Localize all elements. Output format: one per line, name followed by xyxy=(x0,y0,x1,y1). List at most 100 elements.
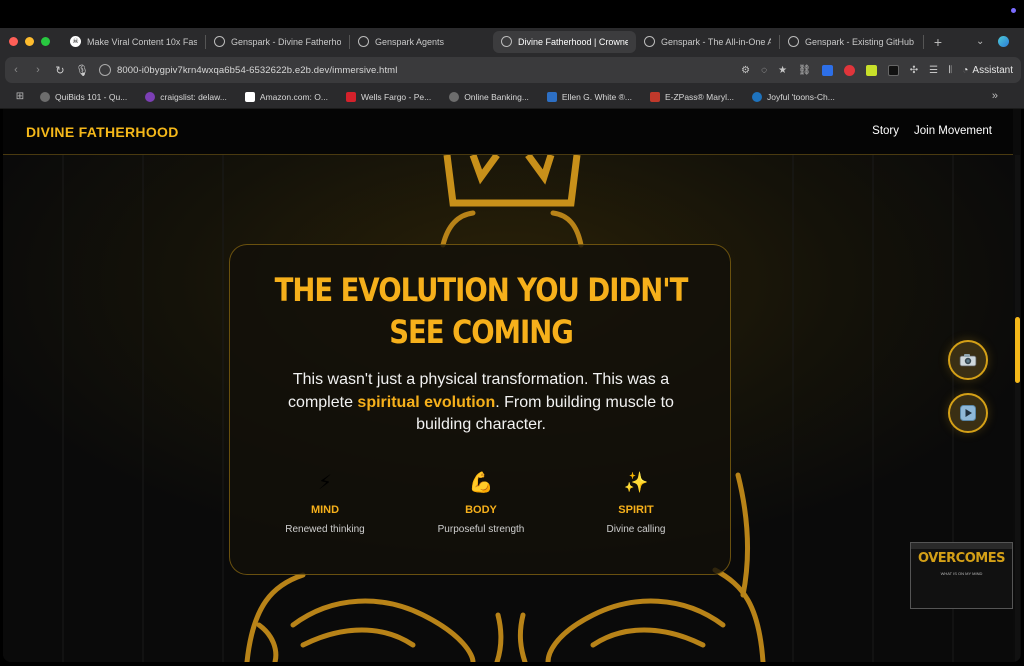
extension-red-icon[interactable] xyxy=(843,64,855,76)
audio-icon[interactable]: 𝄃 xyxy=(949,65,951,76)
peace-icon xyxy=(145,91,156,102)
window-controls xyxy=(0,37,62,46)
bookmark-ezpass[interactable]: E-ZPass® Maryl... xyxy=(649,91,735,102)
pillars: ⚡ MIND Renewed thinking 💪 BODY Purposefu… xyxy=(230,468,732,548)
extension-green-icon[interactable] xyxy=(865,64,877,76)
link-icon[interactable]: ⛓ xyxy=(798,65,811,76)
browser-toolbar: ‹ › ↻ 🎙︎ 8000-i0bygpiv7krn4wxqa6b54-6532… xyxy=(0,55,1024,85)
bookmark-joyful-toons[interactable]: Joyful 'toons-Ch... xyxy=(752,91,835,102)
bookmark-label: craigslist: delaw... xyxy=(160,91,227,102)
play-video-button[interactable] xyxy=(948,393,988,433)
bookmark-label: E-ZPass® Maryl... xyxy=(664,91,735,102)
back-button[interactable]: ‹ xyxy=(5,64,27,76)
tab-strip: ☠ Make Viral Content 10x Faste Genspark … xyxy=(0,28,1024,55)
profile-icon[interactable] xyxy=(998,36,1010,47)
pillar-desc: Renewed thinking xyxy=(285,524,365,535)
preview-title: OVERCOMES xyxy=(918,551,1005,566)
sparkles-icon: ✨ xyxy=(623,472,649,494)
tab-divine-fatherhood[interactable]: Divine Fatherhood | Crowned xyxy=(493,30,636,53)
microphone-icon[interactable]: 🎙︎ xyxy=(71,64,93,77)
preview-subtitle: WHAT IS ON MY MIND xyxy=(940,571,983,576)
bookmark-label: Wells Fargo - Pe... xyxy=(360,91,432,102)
bookmarks-bar: ⊞ QuiBids 101 - Qu... craigslist: delaw.… xyxy=(0,85,1024,109)
wordpress-icon xyxy=(752,91,763,102)
desc-highlight: spiritual evolution xyxy=(357,393,496,411)
preview-thumbnail[interactable]: OVERCOMES WHAT IS ON MY MIND xyxy=(910,542,1013,609)
tab-title: Make Viral Content 10x Faste xyxy=(87,36,197,47)
tab-title: Divine Fatherhood | Crowned xyxy=(518,36,628,47)
assistant-button[interactable]: ◔ Assistant xyxy=(962,65,1013,76)
extension-ai-icon[interactable] xyxy=(821,64,833,76)
tab-title: Genspark - The All-in-One A xyxy=(661,36,771,47)
egw-icon xyxy=(546,91,557,102)
lightning-icon: ⚡ xyxy=(317,472,333,494)
globe-icon xyxy=(40,91,50,102)
maximize-window-button[interactable] xyxy=(41,37,50,46)
apps-grid-icon[interactable]: ⊞ xyxy=(0,91,40,102)
tab-list-chevron-icon[interactable]: ⌄ xyxy=(976,36,984,47)
brand-logo[interactable]: DIVINE FATHERHOOD xyxy=(26,124,179,140)
site-nav-links: Story Join Movement xyxy=(872,125,992,137)
assistant-label: Assistant xyxy=(972,64,1013,76)
site-header: DIVINE FATHERHOOD Story Join Movement xyxy=(3,109,1013,155)
nav-link-story[interactable]: Story xyxy=(872,125,899,137)
site-info-icon[interactable] xyxy=(99,64,111,76)
tab-genspark-all-in-one[interactable]: Genspark - The All-in-One A xyxy=(636,31,779,53)
close-window-button[interactable] xyxy=(9,37,18,46)
tab-genspark-github[interactable]: Genspark - Existing GitHub xyxy=(780,31,923,53)
tab-make-viral[interactable]: ☠ Make Viral Content 10x Faste xyxy=(62,31,205,53)
bookmark-amazon[interactable]: Amazon.com: O... xyxy=(244,91,328,102)
bookmark-star-icon[interactable]: ★ xyxy=(778,65,787,76)
address-bar[interactable]: ‹ › ↻ 🎙︎ 8000-i0bygpiv7krn4wxqa6b54-6532… xyxy=(5,57,1021,83)
minimize-window-button[interactable] xyxy=(25,37,34,46)
nav-link-join-movement[interactable]: Join Movement xyxy=(914,125,992,137)
bookmark-wells-fargo[interactable]: Wells Fargo - Pe... xyxy=(345,91,432,102)
page-viewport: DIVINE FATHERHOOD Story Join Movement TH… xyxy=(3,109,1021,662)
flexed-bicep-icon: 💪 xyxy=(468,472,494,494)
scrollbar-thumb[interactable] xyxy=(1015,317,1020,383)
genspark-icon xyxy=(358,36,369,47)
more-bookmarks-icon[interactable]: » xyxy=(992,90,998,102)
forward-button[interactable]: › xyxy=(27,64,49,76)
pillar-desc: Divine calling xyxy=(606,524,666,535)
ezpass-icon xyxy=(649,91,660,102)
wells-fargo-icon xyxy=(345,91,356,102)
url-text[interactable]: 8000-i0bygpiv7krn4wxqa6b54-6532622b.e2b.… xyxy=(117,65,397,76)
bookmark-label: Amazon.com: O... xyxy=(259,91,328,102)
bookmark-craigslist[interactable]: craigslist: delaw... xyxy=(145,91,227,102)
play-icon xyxy=(960,405,976,421)
new-tab-button[interactable]: + xyxy=(924,34,952,50)
bookmark-ellen-white[interactable]: Ellen G. White ®... xyxy=(546,91,632,102)
toolbar-actions: ⚙ ◌ ★ ⛓ ✣ ☰ 𝄃 ◔ Assistant xyxy=(741,57,1013,83)
bookmark-online-banking[interactable]: Online Banking... xyxy=(449,91,529,102)
pillar-spirit: ✨ SPIRIT Divine calling xyxy=(556,468,716,535)
preview-toolbar xyxy=(911,543,1012,549)
globe-icon xyxy=(449,91,460,102)
skull-icon: ☠ xyxy=(70,36,81,47)
screenshot-icon[interactable]: ◌ xyxy=(761,65,767,76)
os-title-bar xyxy=(0,0,1024,28)
genspark-icon xyxy=(644,36,655,47)
reading-list-icon[interactable]: ☰ xyxy=(929,65,938,76)
reload-button[interactable]: ↻ xyxy=(49,64,71,77)
pillar-name: MIND xyxy=(310,504,340,516)
extensions-puzzle-icon[interactable]: ✣ xyxy=(910,65,918,76)
assistant-icon: ◔ xyxy=(962,64,969,76)
hero-description: This wasn't just a physical transformati… xyxy=(262,369,700,437)
bookmark-label: Joyful 'toons-Ch... xyxy=(767,91,835,102)
tab-genspark-agents[interactable]: Genspark Agents xyxy=(350,31,493,53)
genspark-icon xyxy=(214,36,225,47)
tune-icon[interactable]: ⚙ xyxy=(741,65,750,76)
bookmark-quibids[interactable]: QuiBids 101 - Qu... xyxy=(40,91,127,102)
pillar-body: 💪 BODY Purposeful strength xyxy=(401,468,561,535)
pillar-mind: ⚡ MIND Renewed thinking xyxy=(245,468,405,535)
tab-genspark-divine[interactable]: Genspark - Divine Fatherhoo xyxy=(206,31,349,53)
tab-title: Genspark - Existing GitHub xyxy=(805,36,915,47)
tab-title: Genspark - Divine Fatherhoo xyxy=(231,36,341,47)
camera-button[interactable] xyxy=(948,340,988,380)
pillar-desc: Purposeful strength xyxy=(437,524,525,535)
pillar-name: SPIRIT xyxy=(618,504,654,516)
extension-dark-icon[interactable] xyxy=(887,64,899,76)
scrollbar-track[interactable] xyxy=(1015,155,1020,662)
bookmark-label: Online Banking... xyxy=(464,91,529,102)
